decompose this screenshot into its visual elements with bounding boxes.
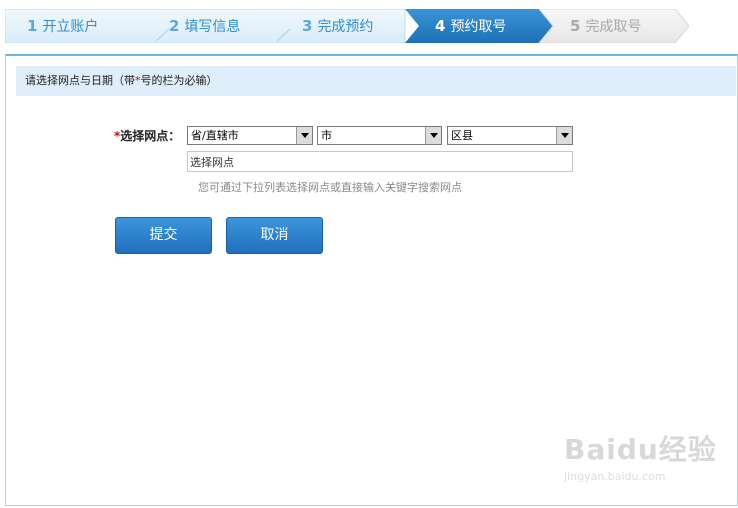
step-3-label: 完成预约 — [317, 19, 374, 35]
step-1-label: 开立账户 — [42, 19, 99, 35]
step-5-number: 5 — [570, 17, 581, 35]
chevron-down-icon[interactable] — [425, 127, 441, 144]
step-2-number: 2 — [169, 17, 180, 35]
notice-text-before: 请选择网点与日期（带 — [25, 74, 135, 87]
cancel-button[interactable]: 取消 — [226, 217, 323, 254]
baidu-jingyan-watermark: Baidu经验 jingyan.baidu.com — [564, 428, 717, 483]
step-2: 2 填写信息 — [169, 9, 240, 43]
notice-text-after: 号的栏为必输） — [140, 74, 218, 87]
province-select-value: 省/直辖市 — [191, 129, 239, 142]
city-select-value: 市 — [321, 129, 332, 142]
city-select[interactable]: 市 — [317, 126, 442, 145]
step-progress-bar: 1 开立账户 2 填写信息 3 完成预约 4 预约取号 5 完成取号 — [5, 9, 689, 43]
step-3-number: 3 — [302, 17, 313, 35]
province-select[interactable]: 省/直辖市 — [187, 126, 313, 145]
watermark-url: jingyan.baidu.com — [564, 470, 666, 483]
required-fields-notice: 请选择网点与日期（带*号的栏为必输） — [16, 66, 736, 96]
district-select[interactable]: 区县 — [447, 126, 573, 145]
step-1-number: 1 — [27, 17, 38, 35]
submit-button[interactable]: 提交 — [115, 217, 212, 254]
step-4-label: 预约取号 — [450, 19, 507, 35]
step-1: 1 开立账户 — [27, 9, 98, 43]
chevron-down-icon[interactable] — [556, 127, 572, 144]
step-3: 3 完成预约 — [302, 9, 373, 43]
step-5: 5 完成取号 — [570, 9, 641, 43]
branch-field-label: *选择网点： — [114, 127, 180, 144]
branch-label-text: 选择网点： — [120, 129, 181, 143]
branch-search-input[interactable] — [187, 151, 573, 172]
step-4-number: 4 — [435, 17, 446, 35]
branch-selection-panel: 请选择网点与日期（带*号的栏为必输） *选择网点： 省/直辖市 市 区县 您可通… — [5, 54, 738, 506]
step-4-current: 4 预约取号 — [435, 9, 506, 43]
district-select-value: 区县 — [451, 129, 473, 142]
step-2-label: 填写信息 — [184, 19, 241, 35]
chevron-down-icon[interactable] — [296, 127, 312, 144]
step-5-label: 完成取号 — [585, 19, 642, 35]
branch-search-hint: 您可通过下拉列表选择网点或直接输入关键字搜索网点 — [198, 181, 462, 194]
watermark-logo: Baidu经验 — [564, 433, 717, 466]
